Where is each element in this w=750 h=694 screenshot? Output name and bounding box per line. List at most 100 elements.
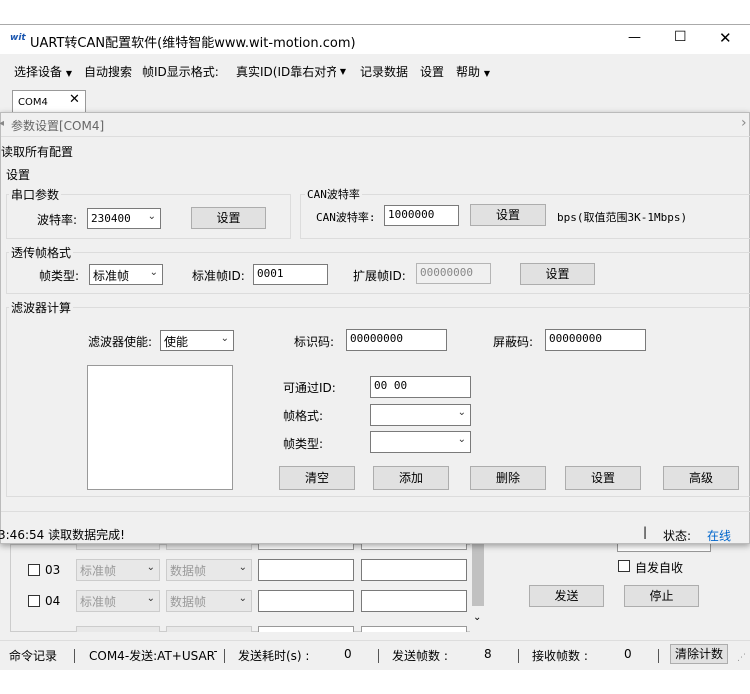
connection-state-value: 在线 — [707, 529, 732, 543]
vertical-scrollbar[interactable]: ⌄ — [470, 544, 486, 632]
select-partial — [361, 626, 467, 632]
baud-rate-select[interactable]: 230400 ⌄ — [87, 208, 161, 229]
menu-help[interactable]: 帮助 ▼ — [456, 63, 490, 80]
row-frame-type-select[interactable]: 标准帧 ⌄ — [76, 559, 160, 581]
row-data-input[interactable] — [361, 559, 467, 581]
chevron-down-icon: ⌄ — [149, 267, 158, 278]
id-code-input[interactable]: 00000000 — [346, 329, 447, 351]
clear-button[interactable]: 清空 — [279, 466, 355, 490]
can-baud-input[interactable]: 1000000 — [384, 205, 459, 226]
resize-grip-icon[interactable]: ⋰ — [737, 653, 746, 663]
row-checkbox[interactable] — [28, 595, 40, 607]
tab-label: COM4 — [18, 97, 48, 108]
mask-input[interactable]: 00000000 — [545, 329, 646, 351]
tab-close-icon[interactable]: ✕ — [69, 92, 80, 107]
stop-button[interactable]: 停止 — [624, 585, 699, 607]
select-partial — [258, 626, 354, 632]
select-partial — [166, 544, 252, 550]
scroll-down-icon[interactable]: ⌄ — [473, 612, 481, 623]
add-button[interactable]: 添加 — [373, 466, 449, 490]
filter-calc-label: 滤波器计算 — [9, 299, 74, 316]
ext-id-input[interactable]: 00000000 — [416, 263, 491, 284]
background-panel: 03 标准帧 ⌄ 数据帧 ⌄ 04 标准帧 ⌄ 数据帧 ⌄ ⌄ 自发自收 发送 停止 — [0, 544, 750, 640]
id-code-label: 标识码: — [294, 335, 335, 349]
row-id-input[interactable] — [258, 590, 354, 612]
chevron-down-icon: ▼ — [339, 67, 346, 76]
dialog-title: 参数设置[COM4] — [11, 119, 105, 133]
select-partial — [361, 544, 467, 550]
chevron-down-icon: ▼ — [65, 69, 72, 78]
minimize-icon[interactable]: — — [628, 30, 641, 45]
tab-com4[interactable]: COM4 ✕ — [12, 90, 86, 112]
elapsed-value: 0 — [344, 647, 352, 661]
row-data-input[interactable] — [361, 590, 467, 612]
title-bar: wit UART转CAN配置软件(维特智能www.wit-motion.com)… — [0, 24, 750, 54]
select-partial — [76, 544, 160, 550]
select-partial — [258, 544, 354, 550]
serial-set-button[interactable]: 设置 — [191, 207, 266, 229]
advanced-button[interactable]: 高级 — [663, 466, 739, 490]
menu-record-data[interactable]: 记录数据 — [360, 63, 408, 80]
menu-settings[interactable]: 设置 — [420, 63, 444, 80]
auto-send-checkbox[interactable] — [618, 560, 630, 572]
row-frame-type-select[interactable]: 标准帧 ⌄ — [76, 590, 160, 612]
can-baud-hint: bps(取值范围3K-1Mbps) — [557, 211, 688, 224]
row-id-input[interactable] — [258, 559, 354, 581]
recv-frames-value: 0 — [624, 647, 632, 661]
dialog-title-divider — [1, 136, 750, 137]
chevron-down-icon: ⌄ — [457, 407, 466, 418]
delete-button[interactable]: 删除 — [470, 466, 546, 490]
read-all-config-menu[interactable]: 读取所有配置 — [1, 143, 73, 160]
pass-id-input[interactable]: 00 00 — [370, 376, 471, 398]
std-id-input[interactable]: 0001 — [253, 264, 328, 285]
dialog-expand-icon[interactable]: › — [741, 115, 747, 131]
port-send-status: COM4-发送:AT+USART — [89, 649, 217, 663]
clear-count-button[interactable]: 清除计数 — [670, 644, 728, 664]
elapsed-label: 发送耗时(s) : — [238, 649, 310, 663]
row-frame-kind-select[interactable]: 数据帧 ⌄ — [166, 590, 252, 612]
can-baud-set-button[interactable]: 设置 — [470, 204, 546, 226]
close-icon[interactable]: ✕ — [719, 29, 732, 47]
row-number: 04 — [45, 594, 61, 608]
scrollbar-thumb[interactable] — [472, 544, 484, 606]
filter-id-list[interactable] — [87, 365, 233, 490]
recv-frames-label: 接收帧数 : — [532, 649, 588, 663]
cmd-log-label[interactable]: 命令记录 — [9, 647, 57, 664]
pass-id-label: 可通过ID: — [283, 381, 336, 395]
input-partial — [617, 544, 711, 552]
row-frame-kind-select[interactable]: 数据帧 ⌄ — [166, 559, 252, 581]
frame-format-label: 帧格式: — [283, 409, 324, 423]
select-partial — [76, 626, 160, 632]
chevron-down-icon: ⌄ — [238, 593, 247, 604]
row-checkbox[interactable] — [28, 564, 40, 576]
sent-frames-label: 发送帧数 : — [392, 649, 448, 663]
row-number: 03 — [45, 563, 61, 577]
frame-type-select[interactable]: 标准帧 ⌄ — [89, 264, 163, 285]
filter-frame-type-label: 帧类型: — [283, 437, 324, 451]
status-separator — [518, 649, 519, 663]
settings-dialog: ◂ 参数设置[COM4] › 读取所有配置 设置 串口参数 波特率: 23040… — [0, 112, 750, 544]
settings-section-label: 设置 — [6, 168, 31, 182]
menu-id-format-select[interactable]: 真实ID(ID靠右对齐 ▼ — [236, 63, 346, 80]
can-baud-group-label: CAN波特率 — [305, 186, 362, 202]
can-baud-label: CAN波特率: — [316, 211, 376, 224]
table-frame — [10, 544, 486, 632]
send-button[interactable]: 发送 — [529, 585, 604, 607]
chevron-down-icon: ⌄ — [457, 434, 466, 445]
window-title: UART转CAN配置软件(维特智能www.wit-motion.com) — [30, 36, 356, 51]
filter-enable-label: 滤波器使能: — [88, 335, 153, 349]
menu-select-device[interactable]: 选择设备 ▼ — [14, 63, 72, 80]
ext-id-label: 扩展帧ID: — [353, 269, 406, 283]
passthrough-set-button[interactable]: 设置 — [520, 263, 595, 285]
status-separator — [378, 649, 379, 663]
dialog-status-message: 3:46:54 读取数据完成! — [0, 528, 125, 542]
menu-auto-search[interactable]: 自动搜索 — [84, 63, 132, 80]
dialog-status-divider — [1, 511, 750, 512]
filter-set-button[interactable]: 设置 — [565, 466, 641, 490]
status-separator: | — [643, 525, 648, 539]
status-bar: 命令记录 COM4-发送:AT+USART 发送耗时(s) : 0 发送帧数 :… — [0, 640, 750, 670]
maximize-icon[interactable]: ☐ — [674, 29, 687, 45]
filter-enable-select[interactable]: 使能 ⌄ — [160, 330, 234, 351]
filter-frame-type-select[interactable]: ⌄ — [370, 431, 471, 453]
filter-frame-format-select[interactable]: ⌄ — [370, 404, 471, 426]
